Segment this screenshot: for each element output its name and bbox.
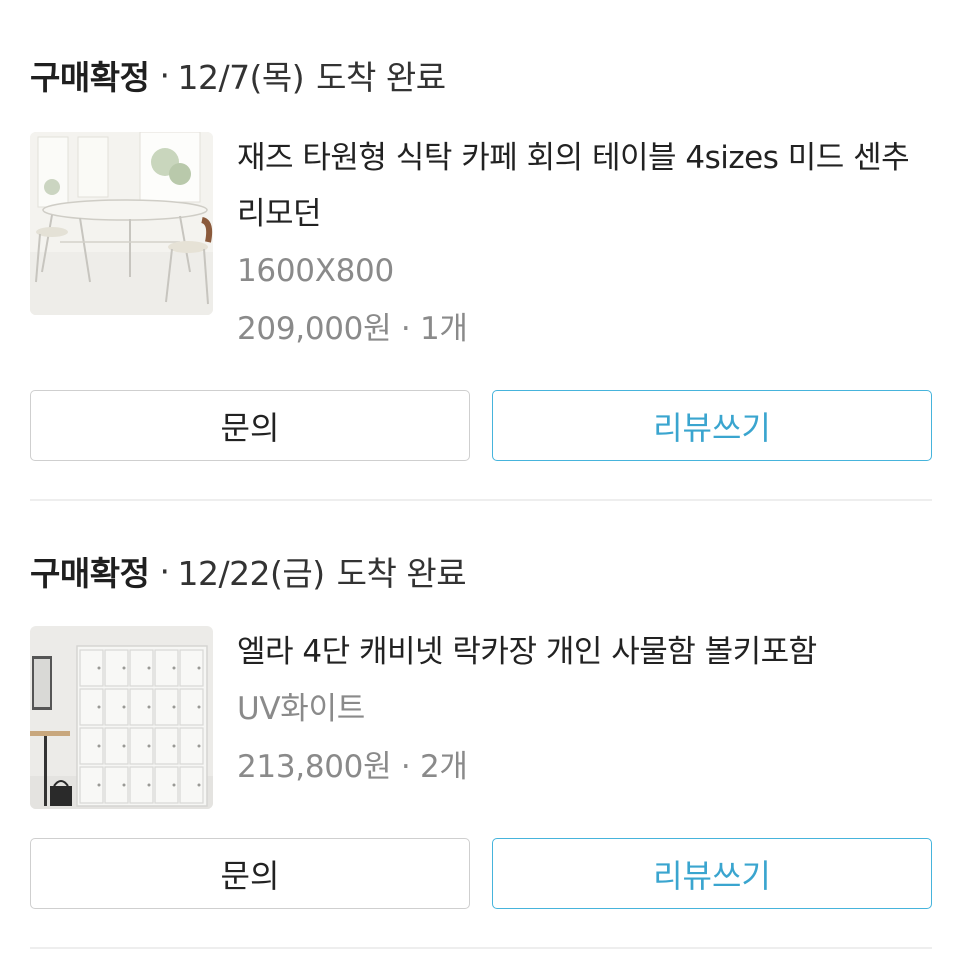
product-price-quantity: 209,000원 · 1개 <box>237 311 468 347</box>
order-card: 구매확정 · 12/7(목) 도착 완료 재즈 타원형 식탁 카페 회의 테이블… <box>30 50 932 461</box>
arrival-date: 12/22(금) <box>177 554 325 593</box>
write-review-button[interactable]: 리뷰쓰기 <box>492 390 932 461</box>
order-status-label: 구매확정 <box>30 554 150 593</box>
arrival-status: 도착 완료 <box>316 58 446 97</box>
product-thumbnail[interactable] <box>30 132 213 315</box>
product-name[interactable]: 재즈 타원형 식탁 카페 회의 테이블 4sizes 미드 센추리모던 <box>237 130 932 242</box>
order-divider <box>30 947 932 949</box>
product-info: 엘라 4단 캐비넷 락카장 개인 사물함 볼키포함 UV화이트 213,800원… <box>237 626 932 809</box>
order-card: 구매확정 · 12/22(금) 도착 완료 엘라 4단 캐비넷 락카장 개인 사… <box>30 546 932 909</box>
order-action-buttons: 문의 리뷰쓰기 <box>30 838 932 911</box>
inquiry-button[interactable]: 문의 <box>30 390 470 461</box>
product-row[interactable]: 재즈 타원형 식탁 카페 회의 테이블 4sizes 미드 센추리모던 1600… <box>30 132 932 358</box>
locker-cabinet-photo-icon <box>30 626 213 809</box>
order-history-page: 구매확정 · 12/7(목) 도착 완료 재즈 타원형 식탁 카페 회의 테이블… <box>0 0 961 961</box>
header-separator: · <box>159 551 170 591</box>
order-status-header: 구매확정 · 12/7(목) 도착 완료 <box>30 50 932 100</box>
product-thumbnail[interactable] <box>30 626 213 809</box>
product-name[interactable]: 엘라 4단 캐비넷 락카장 개인 사물함 볼키포함 <box>237 624 932 680</box>
header-separator: · <box>159 55 170 95</box>
dining-table-photo-icon <box>30 132 213 315</box>
product-option: 1600X800 <box>237 253 394 289</box>
product-row[interactable]: 엘라 4단 캐비넷 락카장 개인 사물함 볼키포함 UV화이트 213,800원… <box>30 626 932 809</box>
order-status-label: 구매확정 <box>30 58 150 97</box>
order-divider <box>30 499 932 501</box>
inquiry-button[interactable]: 문의 <box>30 838 470 909</box>
order-action-buttons: 문의 리뷰쓰기 <box>30 390 932 463</box>
product-info: 재즈 타원형 식탁 카페 회의 테이블 4sizes 미드 센추리모던 1600… <box>237 132 932 358</box>
arrival-status: 도착 완료 <box>336 554 467 593</box>
product-option: UV화이트 <box>237 691 365 727</box>
arrival-date: 12/7(목) <box>177 58 305 97</box>
write-review-button[interactable]: 리뷰쓰기 <box>492 838 932 909</box>
product-price-quantity: 213,800원 · 2개 <box>237 749 468 785</box>
order-status-header: 구매확정 · 12/22(금) 도착 완료 <box>30 546 932 596</box>
